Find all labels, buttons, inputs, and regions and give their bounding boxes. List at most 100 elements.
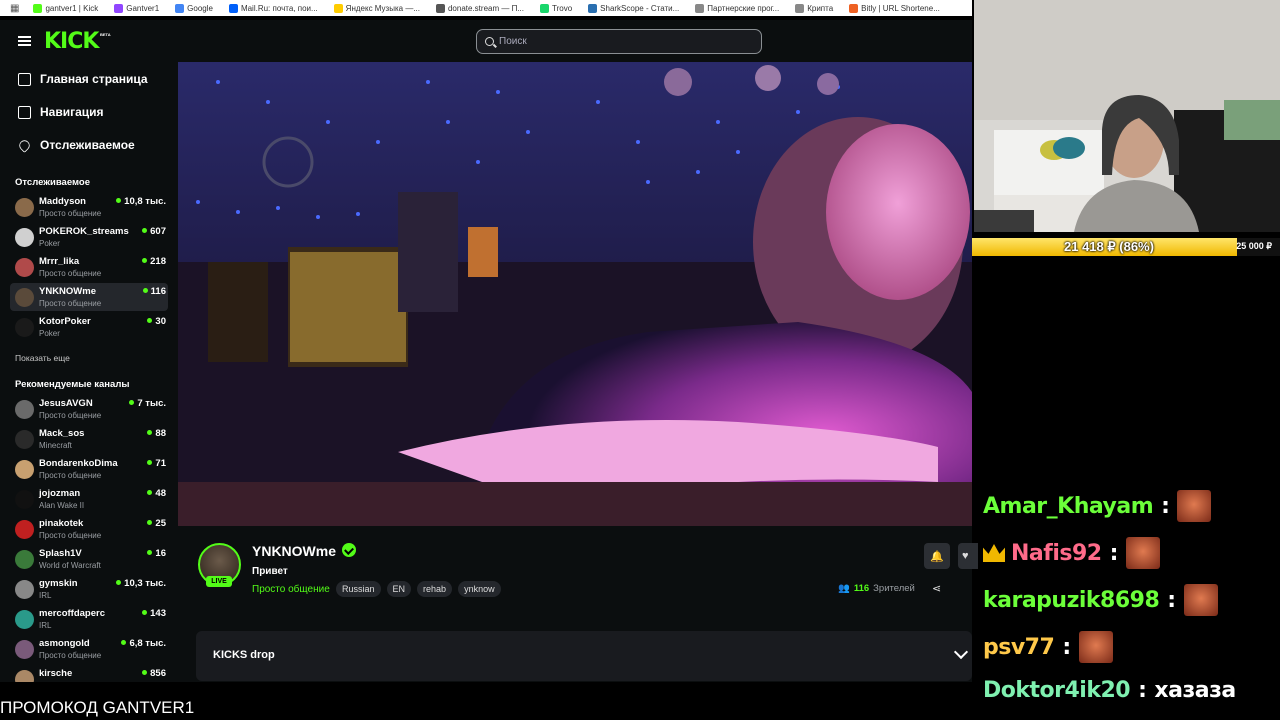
streamer-name[interactable]: YNKNOWme: [252, 543, 336, 559]
chevron-down-icon[interactable]: [953, 644, 969, 660]
donation-current: 21 418 ₽ (86%): [1064, 239, 1154, 254]
channel-category: Просто общение: [39, 209, 102, 218]
chat-separator: :: [1161, 493, 1170, 519]
channel-viewers: 10,3 тыс.: [116, 578, 166, 589]
nav-browse-label: Навигация: [40, 105, 104, 119]
channel-category: Poker: [39, 329, 60, 338]
chat-emote-icon: [1183, 584, 1218, 616]
video-player[interactable]: [178, 62, 972, 526]
chat-emote-icon: [1078, 631, 1113, 663]
channel-row[interactable]: Splash1V World of Warcraft 16: [10, 545, 168, 573]
channel-name: Mrrr_lika: [39, 256, 80, 267]
channel-avatar: [15, 490, 34, 509]
viewers-icon: 👥: [838, 583, 850, 594]
bookmark-label: Bitly | URL Shortene...: [861, 3, 940, 13]
channel-name: POKEROK_streams: [39, 226, 129, 237]
channel-avatar: [15, 258, 34, 277]
channel-category: Просто общение: [39, 471, 102, 480]
stream-tag[interactable]: rehab: [417, 581, 453, 597]
kicks-drop-panel[interactable]: KICKS drop: [196, 631, 972, 681]
chat-text: хазаза: [1154, 678, 1236, 703]
channel-row[interactable]: BondarenkoDima Просто общение 71: [10, 455, 168, 483]
stream-category-link[interactable]: Просто общение: [252, 584, 330, 595]
search-input[interactable]: Поиск: [476, 29, 762, 54]
kicks-drop-label: KICKS drop: [213, 649, 275, 661]
beta-badge: BETA: [100, 32, 111, 37]
site-header: KICK BETA Поиск: [0, 20, 972, 62]
bookmarks-bar: ▦ gantver1 | Kick Gantver1 Google Mail.Ru: …: [0, 0, 972, 16]
channel-category: Просто общение: [39, 411, 102, 420]
channel-row[interactable]: asmongold Просто общение 6,8 тыс.: [10, 635, 168, 663]
channel-name: gymskin: [39, 578, 78, 589]
live-badge: LIVE: [206, 576, 232, 587]
bookmark-item[interactable]: Mail.Ru: почта, пои...: [228, 3, 318, 13]
channel-name: asmongold: [39, 638, 90, 649]
channel-row[interactable]: kirsche 856: [10, 665, 168, 682]
nav-browse[interactable]: Навигация: [18, 105, 104, 119]
menu-icon[interactable]: [18, 36, 31, 46]
nav-following-label: Отслеживаемое: [40, 138, 135, 152]
channel-row[interactable]: Maddyson Просто общение 10,8 тыс.: [10, 193, 168, 221]
bookmark-item[interactable]: Trovo: [540, 3, 573, 13]
bookmark-item[interactable]: SharkScope - Стати...: [588, 3, 679, 13]
channel-category: Poker: [39, 239, 60, 248]
bookmark-label: Google: [187, 3, 213, 13]
bookmark-item[interactable]: Google: [175, 3, 213, 13]
verified-icon: [342, 543, 356, 557]
bookmark-label: Trovo: [552, 3, 573, 13]
kick-logo[interactable]: KICK: [44, 29, 99, 54]
apps-grid-icon[interactable]: ▦: [10, 3, 19, 14]
bookmark-favicon-icon: [435, 3, 445, 13]
channel-name: pinakotek: [39, 518, 84, 529]
channel-avatar: [15, 400, 34, 419]
channel-viewers: 856: [142, 668, 166, 679]
bookmark-item[interactable]: Bitly | URL Shortene...: [849, 3, 940, 13]
channel-row[interactable]: POKEROK_streams Poker 607: [10, 223, 168, 251]
chat-emote-icon: [1125, 537, 1160, 569]
channel-row[interactable]: KotorPoker Poker 30: [10, 313, 168, 341]
channel-avatar: [15, 580, 34, 599]
nav-home-label: Главная страница: [40, 72, 148, 86]
nav-following[interactable]: Отслеживаемое: [17, 137, 135, 153]
channel-row[interactable]: jojozman Alan Wake II 48: [10, 485, 168, 513]
nav-home[interactable]: Главная страница: [18, 72, 148, 86]
bookmark-item[interactable]: Партнерские прог...: [695, 3, 779, 13]
channel-row[interactable]: Mrrr_lika Просто общение 218: [10, 253, 168, 281]
channel-row[interactable]: pinakotek Просто общение 25: [10, 515, 168, 543]
channel-row[interactable]: Mack_sos Minecraft 88: [10, 425, 168, 453]
channel-row[interactable]: gymskin IRL 10,3 тыс.: [10, 575, 168, 603]
channel-avatar: [15, 460, 34, 479]
chat-separator: :: [1167, 587, 1176, 613]
channel-row[interactable]: YNKNOWme Просто общение 116: [10, 283, 168, 311]
channel-viewers: 88: [147, 428, 166, 439]
bookmark-favicon-icon: [175, 3, 185, 13]
share-icon[interactable]: ⋖: [932, 582, 941, 595]
bookmark-item[interactable]: Gantver1: [114, 3, 160, 13]
channel-category: Просто общение: [39, 269, 102, 278]
bookmark-item[interactable]: Крипта: [795, 3, 833, 13]
search-icon: [485, 37, 494, 46]
bookmark-label: Gantver1: [126, 3, 160, 13]
bookmark-favicon-icon: [849, 3, 859, 13]
channel-avatar: [15, 430, 34, 449]
bookmark-item[interactable]: gantver1 | Kick: [33, 3, 98, 13]
channel-row[interactable]: JesusAVGN Просто общение 7 тыс.: [10, 395, 168, 423]
show-more-link[interactable]: Показать еще: [15, 353, 70, 363]
search-placeholder: Поиск: [499, 36, 527, 47]
channel-name: mercoffdaperc: [39, 608, 105, 619]
channel-category: World of Warcraft: [39, 561, 101, 570]
stream-tag[interactable]: EN: [386, 581, 412, 597]
chat-message: Amar_Khayam:: [983, 490, 1212, 522]
channel-viewers: 48: [147, 488, 166, 499]
stream-tag[interactable]: ynknow: [458, 581, 501, 597]
channel-avatar: [15, 288, 34, 307]
notification-bell-button[interactable]: 🔔: [924, 543, 950, 569]
bookmark-item[interactable]: Яндекс Музыка —...: [333, 3, 420, 13]
follow-button[interactable]: ♥: [958, 543, 978, 569]
chat-message: Doktor4ik20: хазаза: [983, 678, 1236, 703]
channel-category: Просто общение: [39, 651, 102, 660]
channel-name: Mack_sos: [39, 428, 85, 439]
bookmark-item[interactable]: donate.stream — П...: [435, 3, 524, 13]
stream-tag[interactable]: Russian: [336, 581, 381, 597]
channel-row[interactable]: mercoffdaperc IRL 143: [10, 605, 168, 633]
